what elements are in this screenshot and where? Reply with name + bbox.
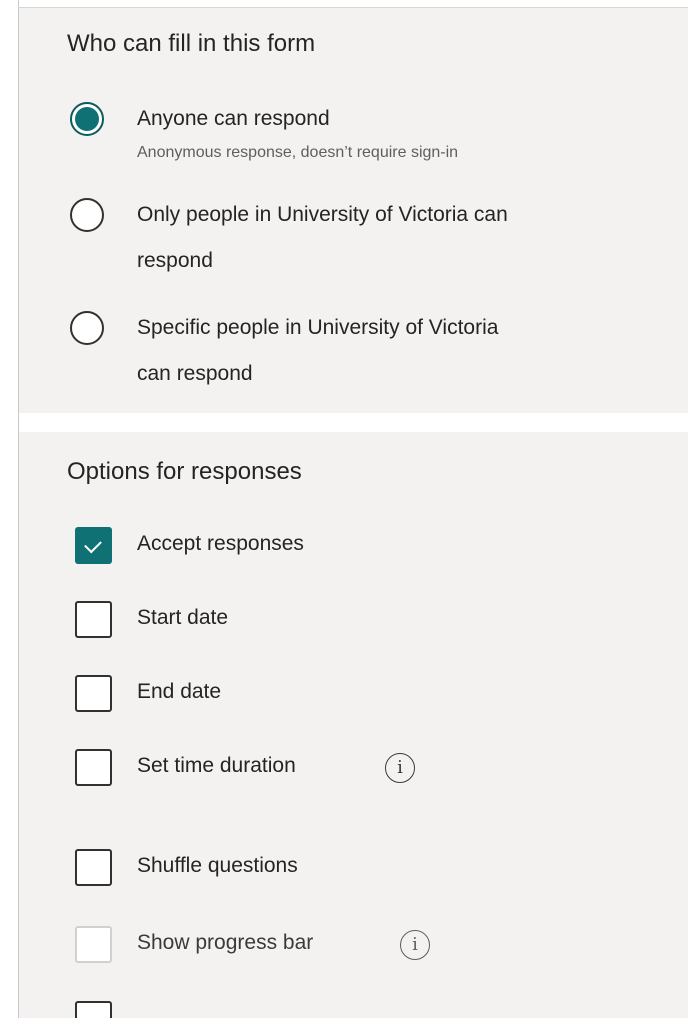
radio-only-university-people[interactable]: Only people in University of Victoria ca… (19, 194, 688, 288)
radio-anyone-can-respond[interactable]: Anyone can respond Anonymous response, d… (19, 92, 688, 172)
checkbox-show-progress-bar[interactable]: Show progress bar i (19, 921, 688, 968)
radio-button[interactable] (70, 198, 104, 232)
checkbox-end-date[interactable]: End date (19, 670, 688, 717)
radio-label: Anyone can respond (137, 107, 330, 130)
radio-button[interactable] (70, 311, 104, 345)
radio-sublabel: Anonymous response, doesn’t require sign… (137, 144, 459, 161)
section-title-options: Options for responses (67, 458, 302, 485)
checkbox-label: Accept responses (137, 532, 304, 555)
checkbox[interactable] (75, 849, 112, 886)
check-icon (84, 535, 102, 554)
who-can-fill-section: Who can fill in this form Anyone can res… (19, 8, 688, 413)
checkbox[interactable] (75, 601, 112, 638)
checkbox-checked[interactable] (75, 527, 112, 564)
checkbox-set-time-duration[interactable]: Set time duration i (19, 744, 688, 791)
checkbox[interactable] (75, 1001, 112, 1018)
checkbox[interactable] (75, 675, 112, 712)
radio-label-line2: respond (137, 249, 213, 272)
radio-dot (75, 107, 99, 131)
radio-label-line1: Specific people in University of Victori… (137, 316, 499, 339)
checkbox-hidden-partial[interactable] (19, 997, 688, 1018)
form-settings-window: Who can fill in this form Anyone can res… (0, 0, 688, 1018)
info-icon[interactable]: i (400, 930, 430, 960)
radio-specific-university-people[interactable]: Specific people in University of Victori… (19, 307, 688, 401)
checkbox-label: Shuffle questions (137, 854, 298, 877)
checkbox-label: Show progress bar (137, 931, 314, 954)
checkbox-accept-responses[interactable]: Accept responses (19, 522, 688, 569)
checkbox[interactable] (75, 749, 112, 786)
radio-label-line1: Only people in University of Victoria ca… (137, 203, 508, 226)
checkbox-label: End date (137, 680, 222, 703)
checkbox-start-date[interactable]: Start date (19, 596, 688, 643)
radio-button-selected[interactable] (70, 102, 104, 136)
options-for-responses-section: Options for responses Accept responses S… (19, 432, 688, 1018)
section-title-who: Who can fill in this form (67, 30, 316, 57)
info-icon[interactable]: i (385, 753, 415, 783)
checkbox-disabled[interactable] (75, 926, 112, 963)
checkbox-shuffle-questions[interactable]: Shuffle questions (19, 844, 688, 891)
checkbox-label: Set time duration (137, 754, 296, 777)
radio-label-line2: can respond (137, 362, 253, 385)
checkbox-label: Start date (137, 606, 229, 629)
